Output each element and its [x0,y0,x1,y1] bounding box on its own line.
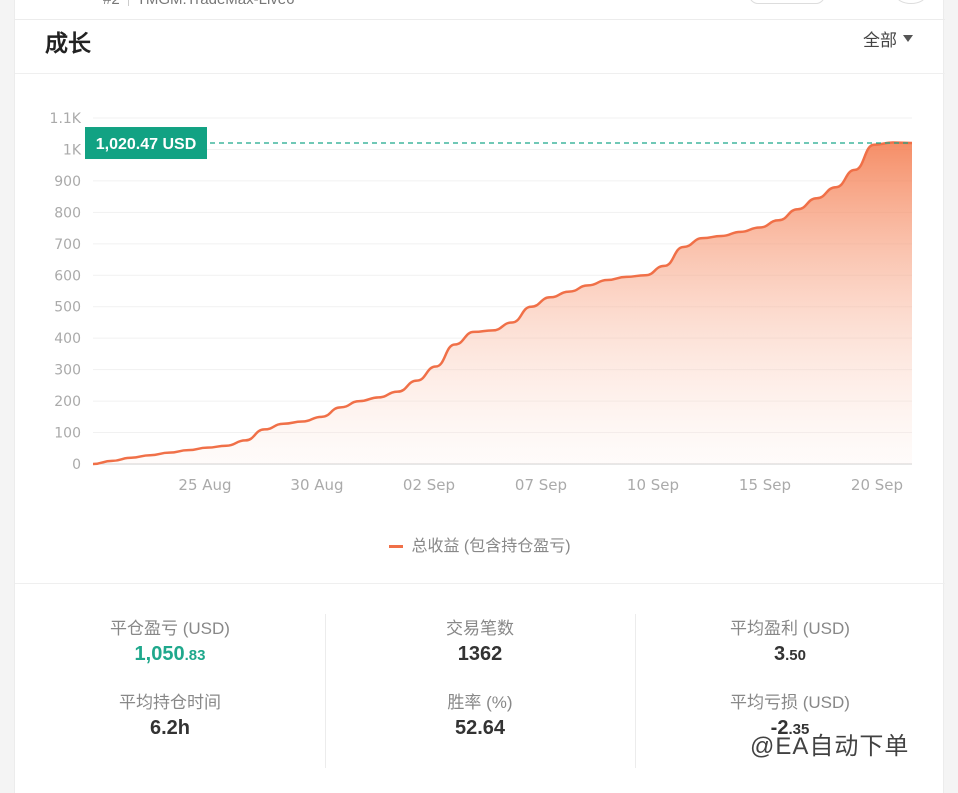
caret-down-icon [903,35,913,42]
section-title: 成长 [45,30,91,56]
divider [15,583,945,584]
y-tick-label: 200 [54,394,81,410]
stat-label-trades: 交易笔数 [446,619,514,638]
y-tick-label: 1K [63,142,82,158]
current-value-label: 1,020.47 USD [96,136,197,153]
x-tick-label: 10 Sep [627,476,679,494]
stat-value-avg-profit: 3.50 [635,640,945,688]
stat-value-closed-pnl: 1,050.83 [15,640,325,688]
stat-int: 3 [774,643,786,665]
stat-int: 6.2h [149,717,191,739]
stats-column-1: 平仓盈亏 (USD) 1,050.83 平均持仓时间 6.2h [15,614,325,774]
y-tick-label: 1.1K [50,111,82,127]
stat-dec: .50 [785,647,806,664]
period-filter-label: 全部 [863,31,897,50]
stat-label-winrate: 胜率 (%) [447,693,513,712]
y-tick-label: 400 [54,331,81,347]
x-tick-label: 20 Sep [851,476,903,494]
y-tick-label: 800 [54,205,81,221]
x-tick-label: 02 Sep [403,476,455,494]
stat-dec: .83 [184,647,206,664]
stat-label-avg-profit: 平均盈利 (USD) [730,619,850,638]
top-circle-button[interactable] [895,0,927,4]
stat-label-closed-pnl: 平仓盈亏 (USD) [110,619,230,638]
y-tick-label: 0 [72,457,81,473]
watermark: @EA自动下单 [750,733,910,760]
stat-int: 1362 [457,643,503,665]
y-tick-label: 700 [54,237,81,253]
y-tick-label: 900 [54,174,81,190]
top-pill-button[interactable] [749,0,825,4]
account-name: TMGM.TradeMax-Live6 [137,0,295,8]
stat-label-avg-loss: 平均亏损 (USD) [730,693,850,712]
chart-legend[interactable]: 总收益 (包含持仓盈亏) [15,532,945,556]
divider [15,73,945,74]
growth-chart-svg: 0 100 200 300 400 500 600 700 800 900 1K 1.1K 25 Au… [50,111,913,494]
divider [127,0,129,7]
x-tick-label: 30 Aug [290,476,343,494]
growth-card: #2 TMGM.TradeMax-Live6 成长 全部 0 100 200 300 40… [14,0,945,793]
stats-column-2: 交易笔数 1362 胜率 (%) 52.64 [325,614,635,774]
stat-value-avg-hold: 6.2h [15,714,325,762]
stat-value-trades: 1362 [325,640,635,688]
stat-int: 1,050 [134,643,185,665]
legend-swatch [389,545,404,549]
period-filter-dropdown[interactable]: 全部 [863,26,913,51]
legend-label: 总收益 (包含持仓盈亏) [411,538,571,555]
x-tick-label: 15 Sep [739,476,791,494]
x-tick-label: 25 Aug [178,476,231,494]
x-tick-label: 07 Sep [515,476,567,494]
y-tick-label: 300 [54,363,81,379]
stat-label-avg-hold: 平均持仓时间 [119,693,221,712]
y-tick-label: 500 [54,300,81,316]
y-tick-label: 100 [54,426,81,442]
growth-chart: 0 100 200 300 400 500 600 700 800 900 1K 1.1K 25 Au… [15,100,945,510]
account-strip: #2 TMGM.TradeMax-Live6 [15,0,945,20]
series-area [93,142,912,464]
y-tick-label: 600 [54,268,81,284]
stat-value-winrate: 52.64 [325,714,635,762]
stat-int: 52.64 [454,717,506,739]
account-info: #2 TMGM.TradeMax-Live6 [103,0,295,8]
account-rank: #2 [103,0,120,8]
